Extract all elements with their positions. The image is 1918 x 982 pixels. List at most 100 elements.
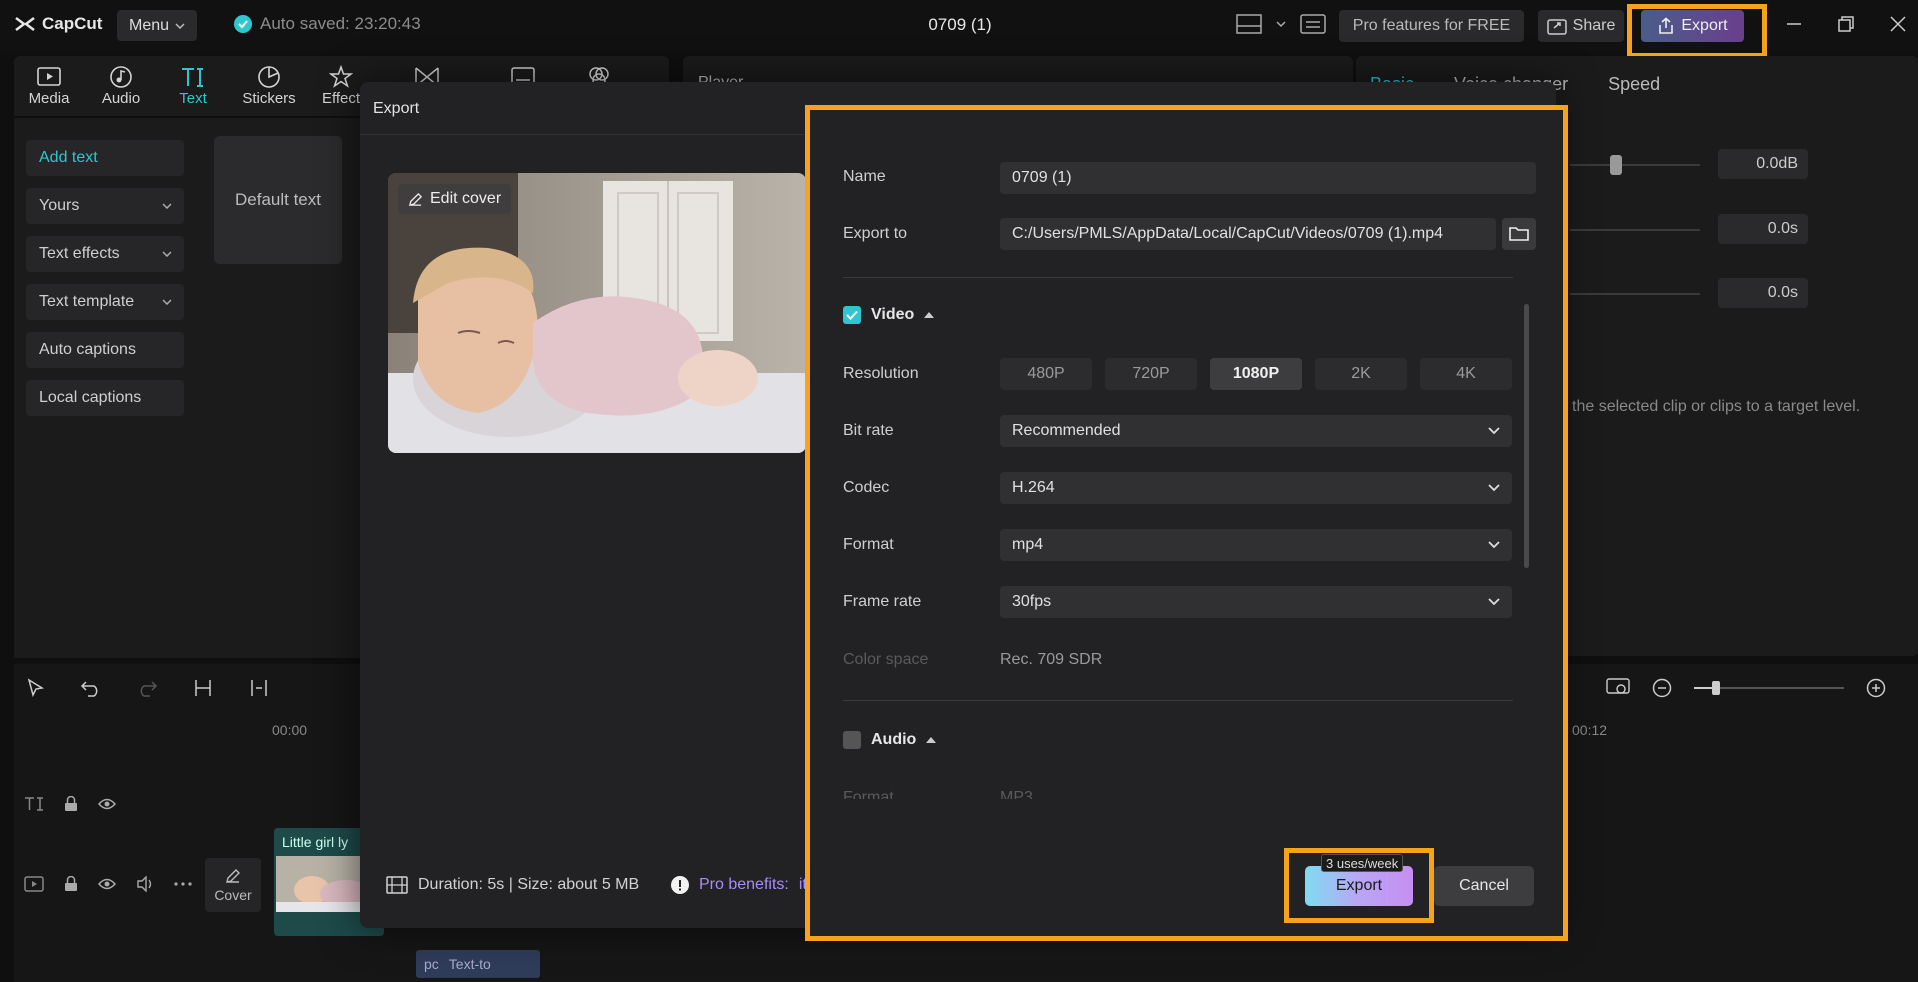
tool-media-label: Media bbox=[28, 90, 70, 107]
default-text-card[interactable]: Default text bbox=[214, 136, 342, 264]
eye-icon[interactable] bbox=[98, 797, 116, 811]
restore-icon[interactable] bbox=[1838, 16, 1854, 32]
media-icon bbox=[37, 67, 61, 86]
tool-media[interactable]: Media bbox=[14, 64, 84, 107]
resolution-480p[interactable]: 480P bbox=[1000, 358, 1092, 390]
normalize-description: the selected clip or clips to a target l… bbox=[1572, 398, 1861, 415]
layout-icon[interactable] bbox=[1236, 14, 1262, 34]
text-clip-label-b: Text-to bbox=[448, 956, 491, 972]
section-divider bbox=[843, 277, 1513, 278]
select-cursor-icon[interactable] bbox=[26, 678, 46, 698]
volume-slider-handle[interactable] bbox=[1610, 155, 1622, 175]
text-track-icon bbox=[25, 797, 43, 811]
chevron-down-icon[interactable] bbox=[1276, 21, 1286, 27]
top-export-button[interactable]: Export bbox=[1641, 10, 1744, 42]
lock-icon[interactable] bbox=[64, 796, 78, 812]
split-icon[interactable] bbox=[192, 678, 214, 698]
pencil-icon bbox=[408, 192, 423, 206]
fade-in-track[interactable] bbox=[1570, 229, 1700, 231]
audio-section-header[interactable]: Audio bbox=[843, 731, 937, 749]
redo-icon[interactable] bbox=[136, 678, 158, 698]
codec-select[interactable]: H.264 bbox=[1000, 472, 1512, 504]
export-icon bbox=[1659, 17, 1674, 34]
duration-size-text: Duration: 5s | Size: about 5 MB bbox=[418, 876, 640, 893]
sidebar-item-label: Add text bbox=[39, 149, 98, 166]
export-dialog-title: Export bbox=[373, 100, 420, 117]
tool-text[interactable]: Text bbox=[158, 64, 228, 107]
check-circle-icon bbox=[234, 15, 252, 33]
chevron-down-icon bbox=[1488, 484, 1500, 492]
resolution-4k[interactable]: 4K bbox=[1420, 358, 1512, 390]
video-track-icon bbox=[24, 876, 44, 892]
chevron-down-icon bbox=[162, 251, 172, 257]
eye-icon[interactable] bbox=[98, 877, 116, 891]
more-icon[interactable] bbox=[174, 882, 192, 886]
name-input[interactable]: 0709 (1) bbox=[1000, 162, 1536, 194]
shortcut-icon[interactable] bbox=[1300, 14, 1326, 34]
preview-icon[interactable] bbox=[1606, 678, 1630, 698]
chevron-down-icon bbox=[162, 299, 172, 305]
share-button[interactable]: Share bbox=[1538, 10, 1624, 42]
cover-button[interactable]: Cover bbox=[205, 858, 261, 912]
chevron-down-icon bbox=[1488, 598, 1500, 606]
colorspace-label: Color space bbox=[843, 651, 929, 668]
bitrate-select[interactable]: Recommended bbox=[1000, 415, 1512, 447]
tool-stickers-label: Stickers bbox=[242, 90, 296, 107]
text-clip[interactable]: pc Text-to bbox=[416, 950, 540, 978]
volume-value[interactable]: 0.0dB bbox=[1718, 149, 1808, 179]
name-label: Name bbox=[843, 168, 886, 185]
minimize-icon[interactable] bbox=[1786, 16, 1802, 32]
sidebar-item-text-template[interactable]: Text template bbox=[26, 284, 184, 320]
sidebar-item-text-effects[interactable]: Text effects bbox=[26, 236, 184, 272]
share-icon bbox=[1546, 19, 1567, 35]
close-icon[interactable] bbox=[1890, 16, 1906, 32]
resolution-720p[interactable]: 720P bbox=[1105, 358, 1197, 390]
zoom-in-icon[interactable] bbox=[1866, 678, 1886, 698]
zoom-out-icon[interactable] bbox=[1652, 678, 1672, 698]
resolution-label: Resolution bbox=[843, 365, 919, 382]
volume-slider-track[interactable] bbox=[1570, 164, 1700, 166]
audio-checkbox[interactable] bbox=[843, 731, 861, 749]
resolution-1080p[interactable]: 1080P bbox=[1210, 358, 1302, 390]
tool-audio[interactable]: Audio bbox=[86, 64, 156, 107]
caret-up-icon bbox=[924, 312, 935, 318]
fade-out-value[interactable]: 0.0s bbox=[1718, 278, 1808, 308]
pro-features-button[interactable]: Pro features for FREE bbox=[1339, 10, 1524, 42]
format-select[interactable]: mp4 bbox=[1000, 529, 1512, 561]
caret-up-icon bbox=[926, 737, 937, 743]
edit-cover-button[interactable]: Edit cover bbox=[398, 184, 512, 214]
export-path-input[interactable]: C:/Users/PMLS/AppData/Local/CapCut/Video… bbox=[1000, 218, 1496, 250]
speaker-icon[interactable] bbox=[136, 876, 154, 892]
menu-button[interactable]: Menu bbox=[117, 10, 197, 41]
timeline-time-start: 00:00 bbox=[272, 722, 308, 738]
project-title: 0709 (1) bbox=[928, 15, 992, 34]
browse-folder-button[interactable] bbox=[1502, 218, 1536, 250]
video-checkbox[interactable] bbox=[843, 306, 861, 324]
video-section-header[interactable]: Video bbox=[843, 306, 935, 324]
fade-out-track[interactable] bbox=[1570, 293, 1700, 295]
framerate-select[interactable]: 30fps bbox=[1000, 586, 1512, 618]
export-button[interactable]: Export bbox=[1305, 866, 1413, 906]
resolution-2k[interactable]: 2K bbox=[1315, 358, 1407, 390]
sidebar-item-yours[interactable]: Yours bbox=[26, 188, 184, 224]
layout-controls bbox=[1236, 14, 1326, 34]
split-left-icon[interactable] bbox=[248, 678, 270, 698]
export-footer-info: Duration: 5s | Size: about 5 MB bbox=[386, 876, 639, 894]
audio-format-value: MP3 bbox=[1000, 789, 1033, 799]
window-controls bbox=[1786, 16, 1906, 32]
lock-icon[interactable] bbox=[64, 876, 78, 892]
tab-speed[interactable]: Speed bbox=[1608, 74, 1660, 95]
sidebar-item-local-captions[interactable]: Local captions bbox=[26, 380, 184, 416]
zoom-slider[interactable] bbox=[1694, 678, 1844, 698]
settings-scrollbar[interactable] bbox=[1524, 304, 1529, 568]
sidebar-item-auto-captions[interactable]: Auto captions bbox=[26, 332, 184, 368]
undo-icon[interactable] bbox=[80, 678, 102, 698]
cancel-button[interactable]: Cancel bbox=[1434, 866, 1534, 906]
text-track-controls bbox=[24, 796, 116, 812]
tool-stickers[interactable]: Stickers bbox=[234, 64, 304, 107]
autosave-text: Auto saved: 23:20:43 bbox=[260, 14, 421, 33]
fade-in-value[interactable]: 0.0s bbox=[1718, 214, 1808, 244]
capcut-logo-icon bbox=[15, 17, 35, 31]
stickers-icon bbox=[258, 66, 280, 88]
sidebar-item-add-text[interactable]: Add text bbox=[26, 140, 184, 176]
